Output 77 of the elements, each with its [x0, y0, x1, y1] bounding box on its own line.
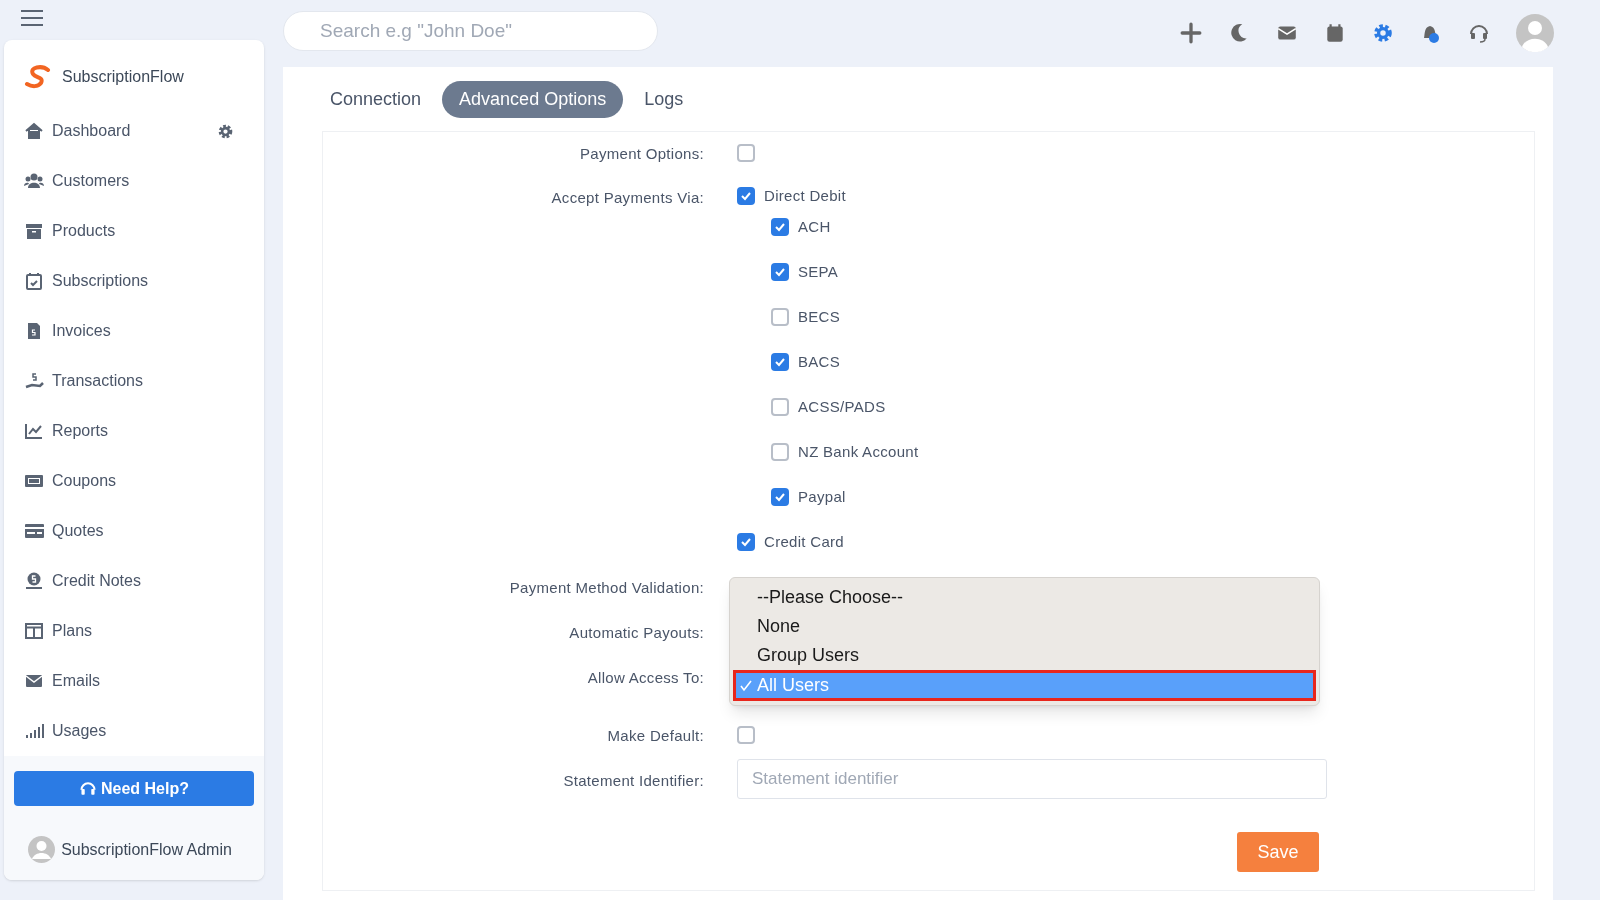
field-label: Allow Access To:: [586, 668, 704, 688]
users-icon: [24, 171, 44, 191]
checkbox[interactable]: [737, 533, 755, 551]
add-icon[interactable]: [1180, 22, 1202, 44]
checkbox[interactable]: [737, 187, 755, 205]
archive-box-icon: [24, 221, 44, 241]
dropdown-option[interactable]: --Please Choose--: [733, 583, 1316, 612]
avatar-icon: [28, 836, 56, 863]
sidebar-item[interactable]: Products: [4, 206, 264, 256]
checkmark-icon: [774, 221, 786, 233]
line-chart-icon: [24, 421, 44, 441]
sidebar-item[interactable]: Credit Notes: [4, 556, 264, 606]
sidebar-item[interactable]: Emails: [4, 656, 264, 706]
sidebar-item[interactable]: Transactions: [4, 356, 264, 406]
checkmark-icon: [774, 266, 786, 278]
calendar-check-icon: [24, 271, 44, 291]
checkbox-label: NZ Bank Account: [798, 441, 919, 462]
headset-icon: [79, 779, 97, 798]
checkbox-label: Credit Card: [764, 531, 844, 552]
checkbox-label: Direct Debit: [764, 185, 846, 206]
checkbox-label: ACH: [798, 216, 831, 237]
field-label: Make Default:: [606, 726, 704, 746]
checkbox[interactable]: [737, 726, 755, 744]
sidebar-item[interactable]: Quotes: [4, 506, 264, 556]
sidebar-item[interactable]: Usages: [4, 706, 264, 756]
checkbox[interactable]: [771, 218, 789, 236]
tab[interactable]: Advanced Options: [442, 80, 624, 118]
checkmark-icon: [774, 491, 786, 503]
field-label: Payment Method Validation:: [508, 578, 704, 598]
checkmark-icon: [774, 356, 786, 368]
headset-icon[interactable]: [1468, 22, 1490, 44]
need-help-button[interactable]: Need Help?: [14, 771, 254, 806]
field-label: Payment Options:: [578, 144, 704, 164]
field-label: Statement Identifier:: [562, 771, 704, 791]
brand-name: SubscriptionFlow: [62, 67, 184, 87]
checkbox[interactable]: [771, 263, 789, 281]
checkbox-label: BECS: [798, 306, 841, 327]
sidebar-item[interactable]: Invoices: [4, 306, 264, 356]
logo-icon: [24, 65, 52, 89]
checkbox[interactable]: [771, 488, 789, 506]
signal-bars-icon: [24, 721, 44, 741]
checkmark-icon: [740, 190, 752, 202]
calendar-icon[interactable]: [1324, 22, 1346, 44]
checkbox[interactable]: [771, 353, 789, 371]
search-field[interactable]: Search e.g "John Doe": [283, 11, 658, 51]
sidebar-item[interactable]: Plans: [4, 606, 264, 656]
coin-stack-icon: [24, 571, 44, 591]
hand-dollar-icon: [24, 371, 44, 391]
checkbox[interactable]: [737, 144, 755, 162]
settings-icon[interactable]: [217, 122, 234, 140]
menu-icon[interactable]: [20, 9, 44, 27]
home-icon: [24, 121, 44, 141]
tab[interactable]: Logs: [627, 80, 701, 118]
checkmark-icon: [739, 678, 753, 693]
sidebar-item[interactable]: Reports: [4, 406, 264, 456]
checkbox-label: BACS: [798, 351, 841, 372]
tab[interactable]: Connection: [313, 80, 439, 118]
sidebar-item[interactable]: Dashboard: [4, 106, 264, 156]
settings-icon[interactable]: [1372, 22, 1394, 44]
field-label: Accept Payments Via:: [550, 188, 704, 208]
checkmark-icon: [740, 536, 752, 548]
field-label: Automatic Payouts:: [568, 623, 704, 643]
checkbox[interactable]: [771, 398, 789, 416]
user-name: SubscriptionFlow Admin: [61, 839, 232, 860]
checkbox-label: Paypal: [798, 486, 846, 507]
checkbox[interactable]: [771, 443, 789, 461]
dropdown-option[interactable]: Group Users: [733, 641, 1316, 670]
checkbox[interactable]: [771, 308, 789, 326]
statement-identifier-field[interactable]: Statement identifier: [737, 759, 1327, 799]
sidebar-item[interactable]: Customers: [4, 156, 264, 206]
columns-icon: [24, 621, 44, 641]
dropdown-option[interactable]: None: [733, 612, 1316, 641]
sidebar-item[interactable]: Subscriptions: [4, 256, 264, 306]
checkbox-label: SEPA: [798, 261, 839, 282]
sidebar-item[interactable]: Coupons: [4, 456, 264, 506]
card-icon: [24, 521, 44, 541]
checkbox-label: ACSS/PADS: [798, 396, 886, 417]
